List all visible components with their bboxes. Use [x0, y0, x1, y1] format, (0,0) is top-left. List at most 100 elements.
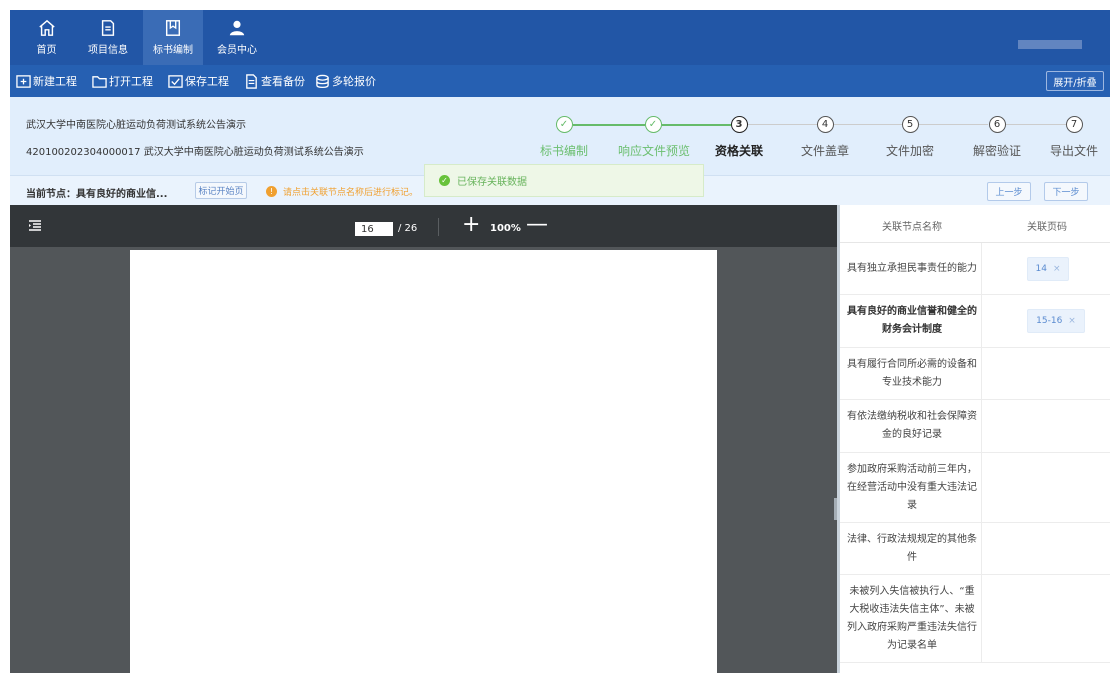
multi-round-quote-label: 多轮报价 [332, 75, 376, 88]
step-file-encrypt[interactable]: 5 文件加密 [875, 116, 945, 159]
table-row[interactable]: 具有履行合同所必需的设备和专业技术能力 [840, 348, 1110, 400]
step-7-number: 7 [1065, 116, 1083, 133]
page-tag[interactable]: 14 × [1027, 257, 1069, 281]
multi-round-quote-button[interactable]: 多轮报价 [315, 73, 376, 89]
prev-step-label: 上一步 [995, 188, 1023, 198]
step-bid-compile[interactable]: ✓ 标书编制 [529, 116, 599, 159]
new-file-icon [16, 74, 31, 88]
next-step-button[interactable]: 下一步 [1044, 182, 1088, 201]
table-row[interactable]: 具有良好的商业信誉和健全的财务会计制度 15-16 × [840, 295, 1110, 348]
step-7-label: 导出文件 [1049, 144, 1098, 158]
document-icon [101, 20, 115, 36]
column-divider [981, 295, 982, 347]
expand-collapse-button[interactable]: 展开/折叠 [1046, 71, 1104, 91]
home-icon [38, 19, 55, 36]
row-node-name[interactable]: 具有履行合同所必需的设备和专业技术能力 [846, 348, 978, 399]
header-page-number: 关联页码 [1027, 222, 1067, 233]
row-node-name[interactable]: 具有独立承担民事责任的能力 [846, 243, 978, 294]
link-table-panel: 关联节点名称 关联页码 具有独立承担民事责任的能力 14 × 具有良好的商业信誉… [837, 205, 1110, 673]
pdf-page[interactable] [130, 250, 717, 673]
step-1-check-icon: ✓ [555, 116, 573, 133]
nav-home[interactable]: 首页 [24, 10, 69, 65]
step-decrypt-verify[interactable]: 6 解密验证 [962, 116, 1032, 159]
step-response-preview[interactable]: ✓ 响应文件预览 [618, 116, 691, 159]
view-backup-button[interactable]: 查看备份 [244, 73, 305, 89]
nav-member-center[interactable]: 会员中心 [208, 10, 266, 65]
top-nav: 首页 项目信息 标书编制 会员中心 [10, 10, 1110, 65]
toolbar-divider [438, 218, 439, 236]
new-project-button[interactable]: 新建工程 [16, 73, 77, 89]
zoom-out-button[interactable]: — [526, 212, 548, 238]
nav-bid-compile-label: 标书编制 [153, 45, 193, 56]
step-qualification-link[interactable]: 3 资格关联 [704, 116, 774, 159]
step-5-number: 5 [901, 116, 919, 133]
next-step-label: 下一步 [1052, 188, 1080, 198]
step-2-check-icon: ✓ [644, 116, 662, 133]
open-project-button[interactable]: 打开工程 [92, 73, 153, 89]
zoom-in-button[interactable]: + [462, 212, 480, 238]
row-node-name[interactable]: 参加政府采购活动前三年内，在经营活动中没有重大违法记录 [846, 453, 978, 522]
outline-toggle-icon[interactable] [28, 219, 42, 233]
step-3-number: 3 [730, 116, 748, 133]
page-total: / 26 [398, 223, 418, 234]
table-row[interactable]: 未被列入失信被执行人、“重大税收违法失信主体”、未被列入政府采购严重违法失信行为… [840, 575, 1110, 663]
bookmark-icon [165, 20, 181, 36]
warning-message: ! 请点击关联节点名称后进行标记。 [266, 185, 418, 198]
table-row[interactable]: 参加政府采购活动前三年内，在经营活动中没有重大违法记录 [840, 453, 1110, 523]
nav-project-info[interactable]: 项目信息 [83, 10, 133, 65]
open-project-label: 打开工程 [109, 75, 153, 88]
folder-icon [92, 75, 107, 88]
table-row[interactable]: 有依法缴纳税收和社会保障资金的良好记录 [840, 400, 1110, 453]
row-node-name[interactable]: 有依法缴纳税收和社会保障资金的良好记录 [846, 400, 978, 452]
column-divider [981, 523, 982, 574]
project-name: 武汉大学中南医院心脏运动负荷测试系统公告演示 [26, 120, 246, 131]
mark-start-page-label: 标记开始页 [198, 187, 244, 197]
project-code-name: 420100202304000017 武汉大学中南医院心脏运动负荷测试系统公告演… [26, 147, 364, 158]
table-header: 关联节点名称 关联页码 [840, 205, 1110, 243]
save-project-button[interactable]: 保存工程 [168, 73, 229, 89]
save-project-label: 保存工程 [185, 75, 229, 88]
zoom-level: 100% [490, 223, 521, 234]
step-4-number: 4 [816, 116, 834, 133]
page-tag-value: 14 [1035, 264, 1047, 274]
table-row[interactable]: 法律、行政法规规定的其他条件 [840, 523, 1110, 575]
nav-bid-compile[interactable]: 标书编制 [143, 10, 203, 65]
remove-tag-icon[interactable]: × [1053, 264, 1061, 274]
row-node-name[interactable]: 法律、行政法规规定的其他条件 [846, 523, 978, 574]
mark-start-page-button[interactable]: 标记开始页 [195, 182, 247, 199]
page-tag[interactable]: 15-16 × [1027, 309, 1085, 333]
user-name-blurred[interactable] [1018, 40, 1082, 49]
row-node-name[interactable]: 未被列入失信被执行人、“重大税收违法失信主体”、未被列入政府采购严重违法失信行为… [846, 575, 978, 662]
toast-text: 已保存关联数据 [457, 177, 527, 188]
new-project-label: 新建工程 [33, 75, 77, 88]
app-window: 首页 项目信息 标书编制 会员中心 新建工程 打开工程 保存工程 查看备份 多轮… [10, 10, 1110, 673]
check-circle-icon: ✓ [439, 175, 450, 186]
step-export-file[interactable]: 7 导出文件 [1039, 116, 1109, 159]
page-number-input[interactable]: 16 [355, 222, 393, 236]
nav-member-center-label: 会员中心 [217, 45, 257, 56]
pdf-toolbar: 16 / 26 + 100% — [10, 205, 837, 247]
step-4-label: 文件盖章 [800, 144, 849, 158]
user-icon [229, 20, 245, 36]
step-5-label: 文件加密 [885, 144, 934, 158]
remove-tag-icon[interactable]: × [1068, 316, 1076, 326]
step-3-label: 资格关联 [714, 144, 763, 158]
step-file-seal[interactable]: 4 文件盖章 [790, 116, 860, 159]
save-toast: ✓ 已保存关联数据 [424, 164, 704, 197]
table-row[interactable]: 具有独立承担民事责任的能力 14 × [840, 243, 1110, 295]
column-divider [981, 400, 982, 452]
warning-icon: ! [266, 186, 277, 197]
column-divider [981, 243, 982, 294]
header-node-name: 关联节点名称 [882, 222, 942, 233]
column-divider [981, 575, 982, 662]
page-tag-value: 15-16 [1036, 316, 1063, 326]
backup-file-icon [246, 73, 257, 89]
prev-step-button[interactable]: 上一步 [987, 182, 1031, 201]
expand-collapse-label: 展开/折叠 [1053, 77, 1097, 89]
view-backup-label: 查看备份 [261, 75, 305, 88]
row-node-name[interactable]: 具有良好的商业信誉和健全的财务会计制度 [846, 295, 978, 347]
warning-text: 请点击关联节点名称后进行标记。 [283, 188, 419, 198]
column-divider [981, 453, 982, 522]
pdf-viewer[interactable]: 16 / 26 + 100% — [10, 205, 837, 673]
step-2-label: 响应文件预览 [618, 144, 691, 158]
